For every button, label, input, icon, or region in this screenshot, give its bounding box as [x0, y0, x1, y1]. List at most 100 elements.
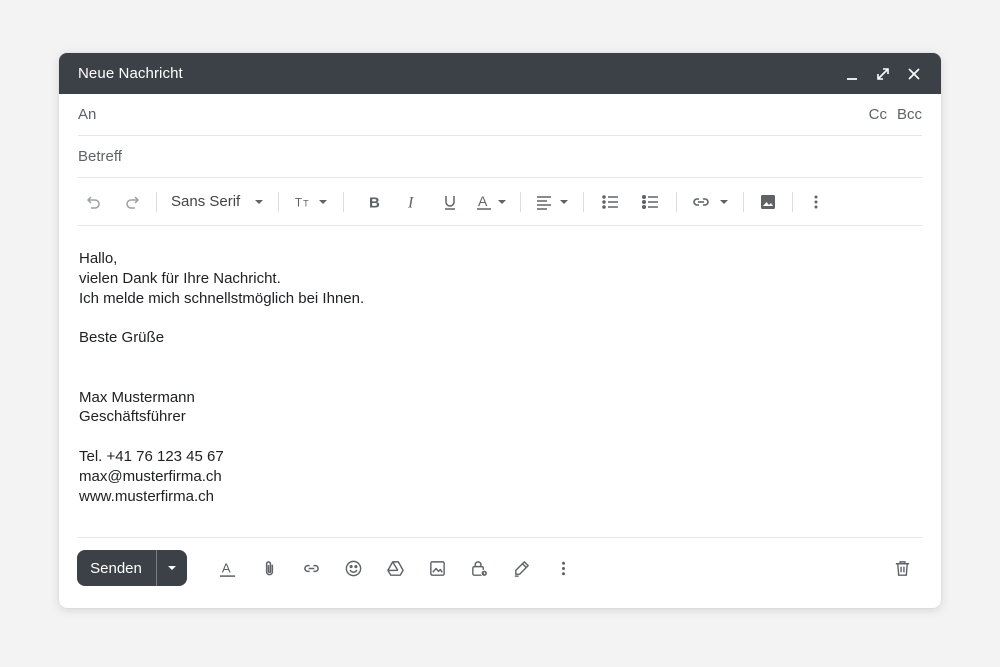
svg-text:B: B: [369, 194, 380, 211]
signature-icon: [514, 560, 529, 577]
redo-icon: [126, 195, 140, 209]
compose-actions-bar: Senden A: [77, 550, 923, 586]
chevron-down-icon: [559, 197, 569, 207]
italic-button[interactable]: I: [394, 186, 430, 218]
bulleted-list-button[interactable]: [632, 186, 668, 218]
font-family-select[interactable]: Sans Serif: [165, 186, 270, 218]
confidential-mode-button[interactable]: [458, 550, 500, 586]
align-icon: [537, 195, 552, 210]
svg-text:T: T: [303, 198, 309, 208]
chevron-down-icon: [719, 197, 729, 207]
message-line: Tel. +41 76 123 45 67: [79, 447, 224, 465]
undo-icon: [86, 195, 100, 209]
image-icon: [761, 194, 776, 209]
link-button[interactable]: [685, 186, 735, 218]
insert-signature-button[interactable]: [500, 550, 542, 586]
message-line: [79, 427, 364, 447]
message-line: Geschäftsführer: [79, 408, 186, 426]
confidential-mode-icon: [471, 560, 488, 577]
toolbar-divider: [743, 191, 745, 212]
formatting-toolbar: Sans Serif TT B I A: [78, 178, 922, 226]
italic-icon: I: [407, 194, 414, 211]
message-line: [79, 368, 364, 388]
minimize-icon: [846, 77, 857, 80]
insert-emoji-button[interactable]: [332, 550, 374, 586]
formatting-options-icon: A: [219, 560, 235, 577]
close-icon: [907, 67, 920, 80]
toolbar-divider: [583, 191, 585, 212]
text-color-button[interactable]: A: [470, 186, 512, 218]
insert-photo-icon: [429, 560, 445, 576]
chevron-down-icon: [254, 197, 264, 207]
trash-icon: [895, 560, 909, 576]
formatting-options-button[interactable]: A: [206, 550, 248, 586]
toolbar-divider: [792, 191, 794, 212]
toolbar-divider: [278, 191, 280, 212]
message-line: max@musterfirma.ch: [79, 467, 222, 485]
bulleted-list-icon: [642, 194, 659, 209]
toolbar-divider: [343, 191, 345, 212]
message-line: vielen Dank für Ihre Nachricht.: [79, 269, 281, 287]
recipients-field[interactable]: An Cc Bcc: [78, 94, 922, 136]
chevron-down-icon: [168, 566, 176, 570]
expand-icon: [876, 67, 889, 80]
numbered-list-button[interactable]: [592, 186, 628, 218]
subject-label: Betreff: [78, 148, 122, 165]
underline-icon: [445, 195, 456, 210]
bottom-divider: [78, 537, 922, 538]
message-line: Ich melde mich schnellstmöglich bei Ihne…: [79, 289, 365, 307]
cc-button[interactable]: Cc: [869, 106, 887, 123]
minimize-button[interactable]: [836, 58, 867, 89]
toolbar-divider: [156, 191, 157, 212]
svg-text:A: A: [221, 560, 230, 575]
text-size-icon: TT: [295, 195, 309, 209]
drive-icon: [386, 560, 404, 576]
undo-button[interactable]: [78, 186, 108, 218]
message-line: Max Mustermann: [79, 388, 195, 406]
text-size-button[interactable]: TT: [287, 186, 335, 218]
message-body[interactable]: Hallo, vielen Dank für Ihre Nachricht. I…: [79, 249, 364, 506]
more-options-icon: [561, 561, 565, 575]
text-color-icon: A: [477, 193, 492, 210]
toolbar-divider: [520, 191, 522, 212]
message-line: Hallo,: [79, 250, 118, 267]
to-label: An: [78, 106, 97, 123]
emoji-icon: [345, 560, 361, 576]
chevron-down-icon: [318, 197, 328, 207]
fullscreen-button[interactable]: [867, 58, 898, 89]
subject-field[interactable]: Betreff: [78, 136, 922, 178]
bcc-button[interactable]: Bcc: [897, 106, 922, 123]
redo-button[interactable]: [118, 186, 148, 218]
close-button[interactable]: [898, 58, 929, 89]
bold-icon: B: [369, 194, 380, 211]
send-button[interactable]: Senden: [77, 550, 157, 586]
align-button[interactable]: [529, 186, 575, 218]
numbered-list-icon: [602, 194, 619, 209]
insert-photo-button[interactable]: [416, 550, 458, 586]
discard-draft-button[interactable]: [881, 550, 923, 586]
send-button-group: Senden: [77, 550, 187, 586]
message-line: [79, 348, 364, 368]
schedule-send-dropdown[interactable]: [157, 550, 187, 586]
font-family-value: Sans Serif: [171, 193, 241, 210]
insert-link-icon: [303, 564, 319, 572]
svg-text:I: I: [407, 194, 414, 211]
message-line: [79, 308, 364, 328]
compose-title: Neue Nachricht: [78, 65, 183, 82]
underline-button[interactable]: [432, 186, 468, 218]
attach-file-button[interactable]: [248, 550, 290, 586]
compose-titlebar: Neue Nachricht: [59, 53, 941, 94]
link-icon: [693, 197, 709, 206]
svg-text:T: T: [295, 195, 302, 209]
svg-text:A: A: [478, 193, 488, 209]
more-options-icon: [814, 195, 818, 208]
more-options-button[interactable]: [542, 550, 584, 586]
attachment-icon: [265, 560, 273, 575]
bold-button[interactable]: B: [356, 186, 392, 218]
insert-image-button[interactable]: [752, 186, 784, 218]
message-line: www.musterfirma.ch: [79, 487, 215, 505]
chevron-down-icon: [497, 197, 507, 207]
insert-link-button[interactable]: [290, 550, 332, 586]
more-formatting-button[interactable]: [801, 186, 831, 218]
insert-drive-button[interactable]: [374, 550, 416, 586]
